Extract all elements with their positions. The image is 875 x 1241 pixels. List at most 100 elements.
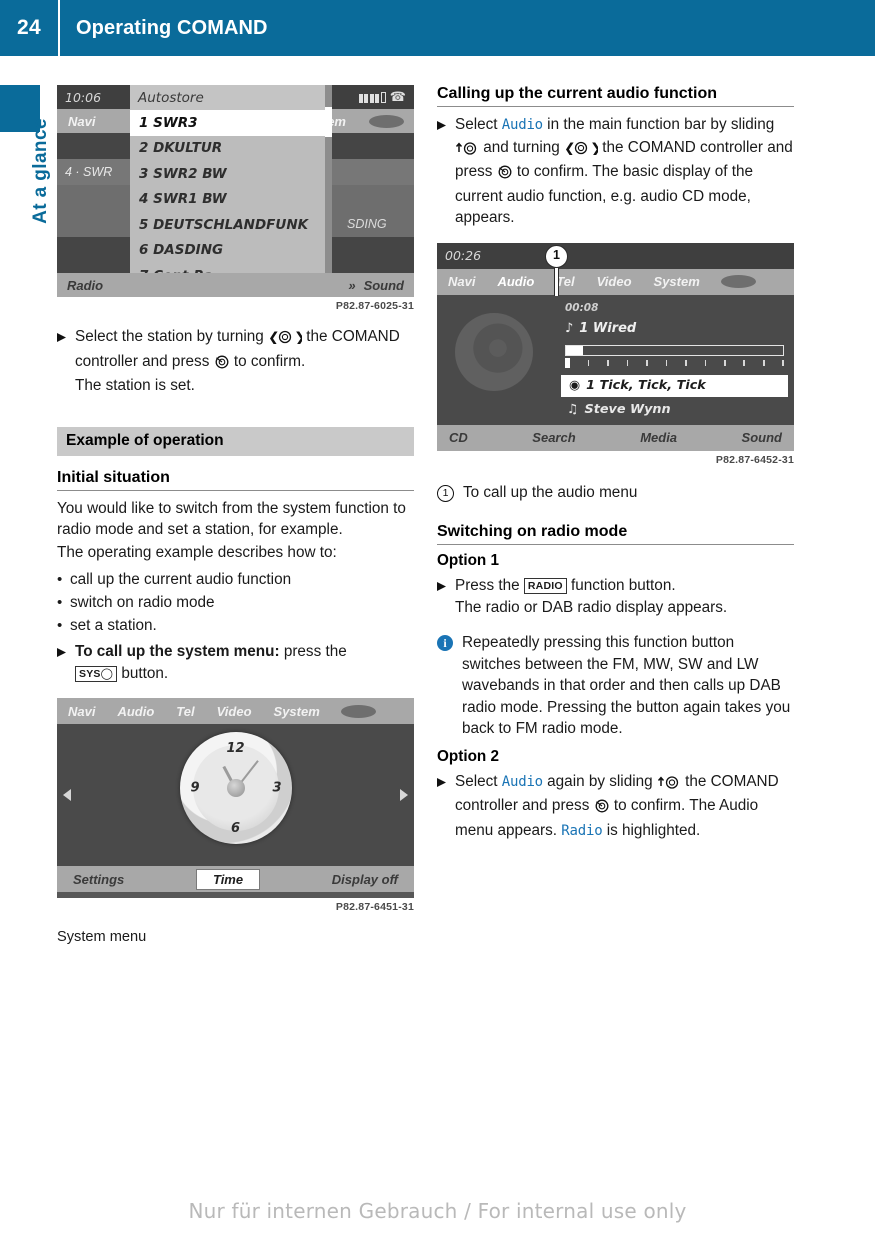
step-call-system-menu: To call up the system menu: press the SY…	[57, 641, 414, 684]
fig2-bottom-time[interactable]: Time	[195, 868, 261, 890]
fig3-bottom-search[interactable]: Search	[532, 430, 575, 445]
station-list-item[interactable]: 2 DKULTUR	[130, 136, 330, 162]
overlay-scrollbar[interactable]	[325, 85, 332, 297]
figure3-legend: 1 To call up the audio menu	[437, 482, 794, 504]
note-icon: ♪	[565, 320, 574, 336]
callout-number: 1	[545, 244, 568, 268]
figure-radio-station-list: 10:06 ☎ Navi stem 4 · SWR	[57, 85, 414, 297]
fig1-more-icon: »	[348, 277, 356, 293]
fig2-menu-video[interactable]: Video	[206, 704, 263, 719]
phone-icon: ☎	[389, 89, 406, 105]
fig3-artist-label: Steve Wynn	[584, 401, 671, 417]
svg-text:❯: ❯	[590, 141, 598, 155]
autostore-heading: Autostore	[130, 85, 330, 110]
disc-icon: ◉	[569, 378, 581, 393]
list-item: • set a station.	[57, 614, 414, 637]
track-progress-bar	[565, 344, 784, 356]
fig2-bottom-settings[interactable]: Settings	[69, 872, 128, 887]
fig2-bottom-display-off[interactable]: Display off	[328, 872, 402, 887]
svg-text:❮: ❮	[268, 330, 280, 344]
station-list-item[interactable]: 1 SWR3	[130, 110, 330, 136]
heading-switching-radio: Switching on radio mode	[437, 523, 794, 545]
figure-audio-cd-display: 1 00:26 Navi Audio Tel Video System 00:0…	[437, 242, 794, 451]
fig1-bottom-radio[interactable]: Radio	[67, 278, 103, 293]
fig3-time: 00:26	[445, 248, 482, 263]
chapter-tab-label: At a glance	[30, 118, 51, 224]
slide-up-controller-icon	[455, 140, 479, 162]
turn-controller-icon: ❮❯	[564, 140, 602, 162]
press-controller-icon	[594, 798, 610, 820]
header-divider	[58, 0, 60, 56]
station-list-item[interactable]: 4 SWR1 BW	[130, 187, 330, 213]
step-text-after-key: button.	[117, 664, 169, 682]
sys-button-keycap[interactable]: SYS◯	[75, 665, 118, 682]
station-list-item[interactable]: 5 DEUTSCHLANDFUNK	[130, 212, 330, 238]
step-text-b: in the main function bar by sliding	[542, 116, 775, 133]
list-item-label: set a station.	[70, 617, 157, 634]
bullet-dot-icon: •	[57, 571, 63, 588]
page-number: 24	[17, 16, 41, 39]
step-result: The radio or DAB radio display appears.	[455, 598, 728, 616]
fig2-menu-audio[interactable]: Audio	[106, 704, 165, 719]
right-column: Calling up the current audio function Se…	[437, 85, 794, 842]
clock-numeral: 9	[190, 780, 200, 796]
fig3-album[interactable]: ◉ 1 Tick, Tick, Tick	[561, 374, 788, 397]
step-select-audio-again: Select Audio again by sliding the COMAND…	[437, 771, 794, 843]
cd-artwork-icon	[455, 312, 533, 391]
figure-system-menu: Navi Audio Tel Video System 12 3 6 9 Set…	[57, 698, 414, 898]
bullet-dot-icon: •	[57, 594, 63, 611]
page-header: 24 Operating COMAND	[0, 0, 875, 56]
step-text-a: Select the station by turning	[75, 328, 269, 345]
fig3-menu-audio[interactable]: Audio	[486, 274, 545, 289]
section-heading-band: Example of operation	[57, 426, 414, 456]
step-text-a: Select	[455, 116, 502, 133]
callout-stem	[554, 267, 559, 296]
heading-calling-audio: Calling up the current audio function	[437, 85, 794, 107]
station-list-item[interactable]: 3 SWR2 BW	[130, 161, 330, 187]
fig3-menu-system[interactable]: System	[643, 274, 711, 289]
fig1-bottom-sound[interactable]: Sound	[364, 278, 404, 293]
step-arrow-icon	[437, 114, 455, 130]
step-text-before-key: Press the	[455, 577, 524, 594]
fig3-bottom-sound[interactable]: Sound	[742, 430, 782, 445]
autostore-overlay-list[interactable]: Autostore 1 SWR3 2 DKULTUR 3 SWR2 BW 4 S…	[130, 85, 332, 297]
track-tick-marks	[565, 358, 784, 368]
bullet-dot-icon: •	[57, 617, 63, 634]
fig3-track-time: 00:08	[565, 301, 599, 314]
initial-situation-para1: You would like to switch from the system…	[57, 499, 406, 539]
step-text-b: again by sliding	[542, 772, 657, 790]
callout-marker-1: 1	[545, 244, 568, 296]
keyword-audio: Audio	[501, 117, 543, 133]
step-arrow-icon	[437, 771, 455, 787]
heading-initial-situation: Initial situation	[57, 469, 414, 491]
fig2-menu-system[interactable]: System	[263, 704, 331, 719]
figure1-code: P82.87-6025-31	[335, 300, 414, 312]
rotary-indicator-icon	[720, 275, 756, 288]
fig3-menu-video[interactable]: Video	[586, 274, 643, 289]
step-arrow-icon	[57, 326, 75, 342]
heading-option-1: Option 1	[437, 552, 500, 569]
svg-text:❮: ❮	[564, 141, 576, 155]
keyword-audio: Audio	[501, 773, 543, 790]
clock-icon: ◯	[100, 667, 114, 680]
fig3-bottom-media[interactable]: Media	[640, 430, 677, 445]
rotary-indicator-icon	[340, 704, 376, 718]
artist-icon: ♫	[567, 401, 579, 417]
fig2-menu-tel[interactable]: Tel	[165, 704, 205, 719]
step-text-after-key: function button.	[566, 577, 676, 594]
station-list-item[interactable]: 6 DASDING	[130, 238, 330, 264]
fig3-artist: ♫ Steve Wynn	[567, 402, 671, 417]
step-bold-lead: To call up the system menu:	[75, 643, 280, 660]
step-text-c: to confirm.	[229, 352, 306, 370]
overlay-scrollbar-thumb[interactable]	[325, 107, 332, 137]
fig3-menu-navi[interactable]: Navi	[437, 274, 486, 289]
figure2-caption: System menu	[57, 929, 147, 945]
radio-button-keycap[interactable]: RADIO	[523, 578, 567, 594]
page-title: Operating COMAND	[76, 16, 268, 39]
rotary-indicator-icon	[369, 114, 404, 128]
fig2-menu-navi[interactable]: Navi	[57, 704, 106, 719]
figure3-code: P82.87-6452-31	[715, 453, 794, 466]
fig3-bottom-cd[interactable]: CD	[449, 430, 468, 445]
svg-text:❯: ❯	[294, 330, 302, 344]
initial-situation-para2: The operating example describes how to:	[57, 543, 337, 561]
